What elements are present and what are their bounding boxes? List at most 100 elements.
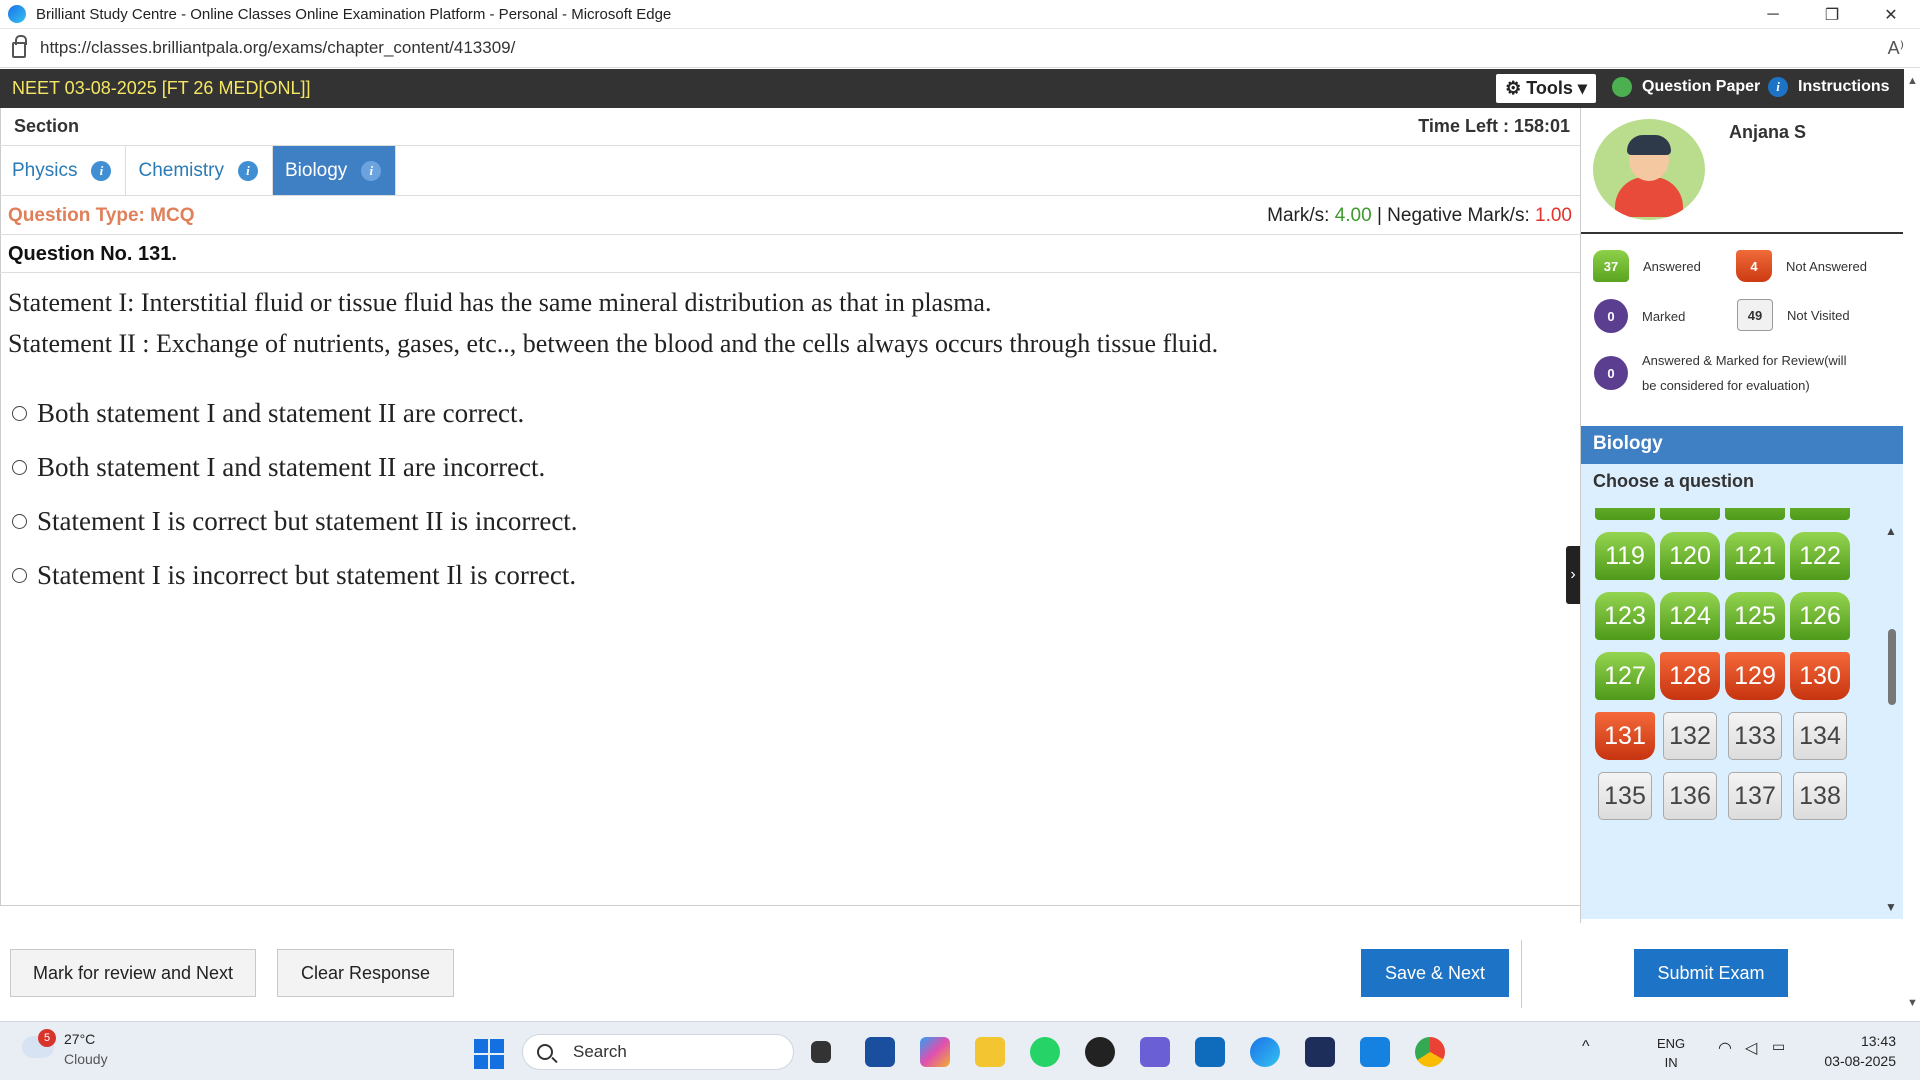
- option-label[interactable]: Statement I is correct but statement II …: [37, 506, 578, 537]
- mark-for-review-button[interactable]: Mark for review and Next: [10, 949, 256, 997]
- edge-icon[interactable]: [1250, 1037, 1280, 1067]
- palette-scroll-area[interactable]: 1151161171181191201211221231241251261271…: [1581, 508, 1881, 919]
- store-icon[interactable]: [865, 1037, 895, 1067]
- save-and-next-button[interactable]: Save & Next: [1361, 949, 1509, 997]
- question-button-116[interactable]: 116: [1660, 508, 1720, 520]
- app-icon[interactable]: [1360, 1037, 1390, 1067]
- scroll-down-arrow-icon[interactable]: ▼: [1907, 997, 1918, 1009]
- question-button-126[interactable]: 126: [1790, 592, 1850, 640]
- not-visited-label: Not Visited: [1787, 307, 1850, 323]
- chrome-icon[interactable]: [1415, 1037, 1445, 1067]
- question-button-138[interactable]: 138: [1793, 772, 1847, 820]
- question-button-115[interactable]: 115: [1595, 508, 1655, 520]
- palette-scrollbar[interactable]: [1888, 629, 1896, 705]
- radio-button[interactable]: [12, 567, 27, 583]
- start-windows-icon[interactable]: [474, 1039, 504, 1069]
- question-button-129[interactable]: 129: [1725, 652, 1785, 700]
- restore-button[interactable]: ❐: [1803, 0, 1861, 29]
- user-name: Anjana S: [1729, 122, 1807, 142]
- dell-icon[interactable]: [1085, 1037, 1115, 1067]
- option-4[interactable]: Statement I is incorrect but statement I…: [12, 548, 578, 602]
- chevron-up-icon[interactable]: ^: [1582, 1038, 1590, 1056]
- option-label[interactable]: Both statement I and statement II are co…: [37, 398, 524, 429]
- task-view-icon[interactable]: [811, 1041, 831, 1063]
- option-1[interactable]: Both statement I and statement II are co…: [12, 386, 578, 440]
- question-button-118[interactable]: 118: [1790, 508, 1850, 520]
- volume-icon[interactable]: ◁: [1745, 1038, 1757, 1058]
- question-button-137[interactable]: 137: [1728, 772, 1782, 820]
- scroll-down-arrow-icon[interactable]: ▼: [1885, 900, 1897, 914]
- section-label: Section: [14, 116, 80, 136]
- wifi-icon[interactable]: ◠: [1718, 1038, 1732, 1058]
- question-button-128[interactable]: 128: [1660, 652, 1720, 700]
- lock-icon[interactable]: [12, 35, 27, 58]
- taskbar-search[interactable]: Search: [522, 1034, 794, 1070]
- question-button-127[interactable]: 127: [1595, 652, 1655, 700]
- scroll-up-arrow-icon[interactable]: ▲: [1885, 524, 1897, 538]
- collapse-panel-chevron-icon[interactable]: ›: [1566, 546, 1580, 604]
- question-button-122[interactable]: 122: [1790, 532, 1850, 580]
- clear-response-button[interactable]: Clear Response: [277, 949, 454, 997]
- question-button-135[interactable]: 135: [1598, 772, 1652, 820]
- windows-taskbar: 5 27°C Cloudy Search ^ ENG IN ◠ ◁ ▭ 13:4…: [0, 1021, 1920, 1080]
- question-button-120[interactable]: 120: [1660, 532, 1720, 580]
- instructions-link[interactable]: i Instructions: [1768, 77, 1890, 97]
- option-2[interactable]: Both statement I and statement II are in…: [12, 440, 578, 494]
- url-text[interactable]: https://classes.brilliantpala.org/exams/…: [40, 38, 515, 58]
- clock[interactable]: 13:43 03-08-2025: [1824, 1031, 1896, 1071]
- question-button-130[interactable]: 130: [1790, 652, 1850, 700]
- app-icon[interactable]: [1140, 1037, 1170, 1067]
- question-button-134[interactable]: 134: [1793, 712, 1847, 760]
- outlook-icon[interactable]: [1195, 1037, 1225, 1067]
- read-aloud-icon[interactable]: A⁾: [1888, 38, 1904, 59]
- option-label[interactable]: Statement I is incorrect but statement I…: [37, 560, 576, 591]
- copilot-icon[interactable]: [920, 1037, 950, 1067]
- question-button-132[interactable]: 132: [1663, 712, 1717, 760]
- clock-date: 03-08-2025: [1824, 1053, 1896, 1069]
- radio-button[interactable]: [12, 459, 27, 475]
- question-button-123[interactable]: 123: [1595, 592, 1655, 640]
- info-icon[interactable]: i: [91, 160, 112, 181]
- radio-button[interactable]: [12, 513, 27, 529]
- weather-temp[interactable]: 27°C: [64, 1031, 95, 1047]
- tab-physics[interactable]: Physics i: [0, 146, 127, 195]
- question-number-row: Question No. 131.: [0, 236, 1580, 273]
- tab-biology[interactable]: Biology i: [272, 146, 397, 195]
- option-3[interactable]: Statement I is correct but statement II …: [12, 494, 578, 548]
- app-icon[interactable]: [1305, 1037, 1335, 1067]
- question-text: Statement I: Interstitial fluid or tissu…: [8, 282, 1218, 364]
- question-button-117[interactable]: 117: [1725, 508, 1785, 520]
- minimize-button[interactable]: ─: [1744, 0, 1802, 29]
- close-window-button[interactable]: ✕: [1862, 0, 1920, 29]
- negative-marks: 1.00: [1535, 205, 1572, 226]
- weather-condition[interactable]: Cloudy: [64, 1051, 108, 1067]
- question-button-131[interactable]: 131: [1595, 712, 1655, 760]
- statement-1: Statement I: Interstitial fluid or tissu…: [8, 288, 992, 317]
- scroll-up-arrow-icon[interactable]: ▲: [1907, 75, 1918, 87]
- tools-dropdown-button[interactable]: ⚙ Tools ▾: [1496, 74, 1596, 103]
- page-scrollbar[interactable]: ▲ ▼: [1904, 69, 1920, 1019]
- question-paper-label: Question Paper: [1642, 78, 1761, 95]
- tab-chemistry[interactable]: Chemistry i: [126, 146, 273, 195]
- file-explorer-icon[interactable]: [975, 1037, 1005, 1067]
- radio-button[interactable]: [12, 405, 27, 421]
- submit-exam-button[interactable]: Submit Exam: [1634, 949, 1788, 997]
- question-button-125[interactable]: 125: [1725, 592, 1785, 640]
- battery-icon[interactable]: ▭: [1772, 1038, 1785, 1055]
- question-button-136[interactable]: 136: [1663, 772, 1717, 820]
- options-list: Both statement I and statement II are co…: [12, 386, 578, 602]
- question-button-133[interactable]: 133: [1728, 712, 1782, 760]
- info-icon[interactable]: i: [237, 160, 258, 181]
- address-bar[interactable]: https://classes.brilliantpala.org/exams/…: [0, 29, 1920, 68]
- question-button-119[interactable]: 119: [1595, 532, 1655, 580]
- language-indicator[interactable]: ENG IN: [1657, 1034, 1685, 1072]
- info-icon[interactable]: i: [361, 160, 382, 181]
- legend-answered-marked: 0 Answered & Marked for Review(will be c…: [1594, 348, 1862, 398]
- question-button-121[interactable]: 121: [1725, 532, 1785, 580]
- question-paper-link[interactable]: Question Paper: [1612, 77, 1760, 97]
- legend-marked: 0 Marked: [1594, 299, 1685, 333]
- clock-time: 13:43: [1860, 1033, 1896, 1049]
- question-button-124[interactable]: 124: [1660, 592, 1720, 640]
- option-label[interactable]: Both statement I and statement II are in…: [37, 452, 545, 483]
- whatsapp-icon[interactable]: [1030, 1037, 1060, 1067]
